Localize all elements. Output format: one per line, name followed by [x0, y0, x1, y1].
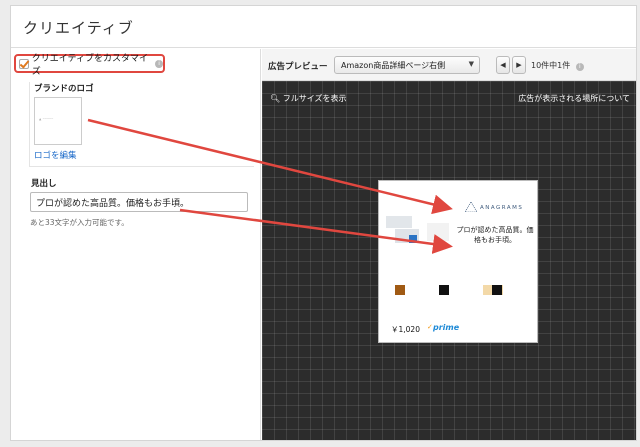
- product-image-blurred: [386, 216, 412, 228]
- placement-select[interactable]: Amazon商品詳細ページ右側 ▼: [334, 56, 480, 74]
- product-swatch: [492, 285, 502, 295]
- preview-count-text: 10件中1件: [531, 61, 571, 70]
- preview-count: 10件中1件 i: [531, 60, 584, 71]
- logo-thumbnail-image: ▲ ─────: [39, 117, 54, 121]
- customize-creative-toggle[interactable]: クリエイティブをカスタマイズ i: [14, 54, 165, 77]
- ad-headline: プロが認めた高品質。価格もお手頃。: [456, 226, 534, 244]
- chevron-left-icon: ◀: [500, 61, 506, 69]
- info-icon[interactable]: i: [155, 59, 163, 68]
- brand-logo-thumbnail[interactable]: ▲ ─────: [34, 97, 82, 145]
- preview-toolbar: 広告プレビュー Amazon商品詳細ページ右側 ▼ ◀ ▶ 10件中1件 i: [262, 49, 636, 81]
- brand-logo-mark: [465, 202, 477, 212]
- chevron-right-icon: ▶: [516, 61, 522, 69]
- ad-placement-info-link[interactable]: 広告が表示される場所について: [518, 93, 630, 104]
- app-frame: クリエイティブ クリエイティブをカスタマイズ i ブランドのロゴ ▲ ─────…: [10, 5, 637, 441]
- page-header: クリエイティブ: [11, 6, 636, 48]
- ad-preview-panel: 広告プレビュー Amazon商品詳細ページ右側 ▼ ◀ ▶ 10件中1件 i 🔍…: [262, 49, 636, 440]
- product-swatch: [395, 285, 405, 295]
- product-image-blurred: [427, 223, 449, 241]
- customize-checkbox[interactable]: [19, 58, 29, 69]
- edit-logo-link[interactable]: ロゴを編集: [34, 149, 77, 161]
- ad-brand-name: ANAGRAMS: [480, 205, 524, 211]
- search-icon: 🔍︎: [270, 94, 281, 103]
- headline-input[interactable]: [30, 192, 248, 212]
- info-icon[interactable]: i: [575, 63, 584, 71]
- brand-logo-section: ブランドのロゴ ▲ ───── ロゴを編集: [29, 82, 254, 167]
- fullsize-link[interactable]: 🔍︎ フルサイズを表示: [270, 93, 346, 104]
- ad-price: ￥1,020: [391, 325, 420, 334]
- next-preview-button[interactable]: ▶: [512, 56, 526, 74]
- ad-preview-card[interactable]: ANAGRAMS プロが認めた高品質。価格もお手頃。 ￥1,020 ✓ prim…: [378, 180, 538, 343]
- ad-preview-label: 広告プレビュー: [268, 62, 328, 72]
- check-icon: ✓: [427, 323, 433, 331]
- product-swatch: [439, 285, 449, 295]
- chevron-down-icon: ▼: [468, 60, 474, 68]
- creative-settings-panel: クリエイティブをカスタマイズ i ブランドのロゴ ▲ ───── ロゴを編集 見…: [11, 49, 261, 440]
- placement-select-value: Amazon商品詳細ページ右側: [341, 61, 446, 70]
- brand-logo-label: ブランドのロゴ: [34, 84, 94, 94]
- page-title: クリエイティブ: [23, 19, 134, 37]
- prev-preview-button[interactable]: ◀: [496, 56, 510, 74]
- character-count: あと33文字が入力可能です。: [30, 218, 129, 227]
- headline-label: 見出し: [31, 179, 57, 189]
- customize-label: クリエイティブをカスタマイズ: [31, 53, 148, 77]
- fullsize-link-label: フルサイズを表示: [282, 94, 347, 103]
- prime-badge: prime: [433, 323, 460, 332]
- preview-canvas: 🔍︎ フルサイズを表示 広告が表示される場所について ANAGRAMS プロが認…: [262, 81, 636, 440]
- product-image-blurred: [409, 235, 417, 243]
